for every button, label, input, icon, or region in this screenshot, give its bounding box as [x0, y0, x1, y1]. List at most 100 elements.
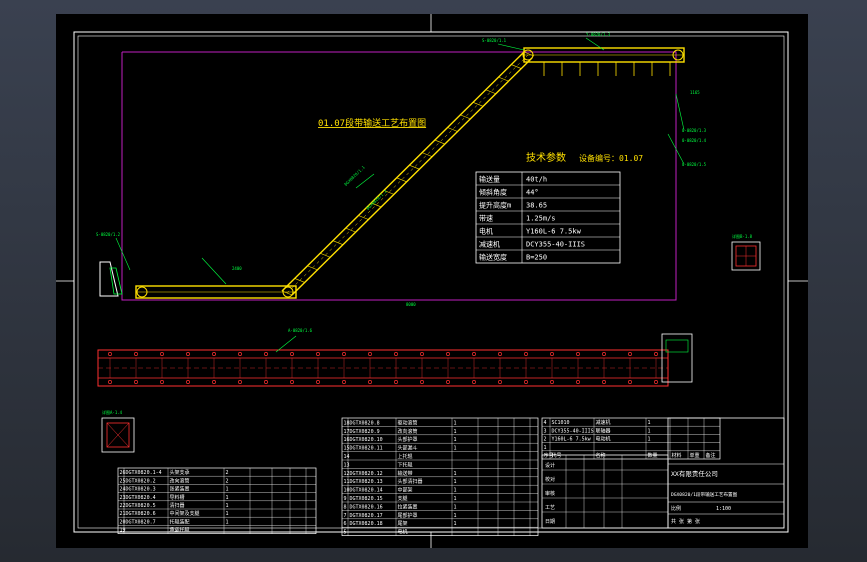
- tech-param-label: 带速: [479, 215, 493, 223]
- bom-cell: 备注: [706, 452, 716, 459]
- tech-params-table[interactable]: 输送量 40t/h 倾斜角度 44° 提升高度m 38.65 带速 1.25m/s 电机 Y160…: [475, 171, 621, 264]
- bom-cell: DGTX0820.14: [350, 488, 383, 494]
- bom-cell: 上托辊: [398, 453, 413, 460]
- bom-cell: 头架支承: [170, 469, 190, 476]
- section-station: [420, 380, 424, 384]
- bottom-horizontal-conveyor[interactable]: [135, 285, 297, 299]
- section-station: [368, 352, 372, 356]
- bom-cell: 1: [648, 420, 651, 426]
- bom-cell: 电机: [398, 529, 408, 536]
- drawing-canvas[interactable]: 输送量 40t/h 倾斜角度 44° 提升高度m 38.65 带速 1.25m/s 电机 Y160…: [56, 14, 808, 548]
- bom-cell: 中部架: [398, 487, 413, 494]
- bom-table-middle[interactable]: 18 DGTX0820.8 驱动滚筒 117 DGTX0820.9 改向滚筒 116 DGTX…: [341, 417, 539, 536]
- bom-table-right[interactable]: 4 SC1010 减速机 1 3 DCY355-40-IIIS 联轴器 1 2 Y160L-6 7…: [541, 417, 721, 460]
- incline-truss: [447, 127, 458, 132]
- checked-label: 校对: [545, 476, 555, 483]
- incline-truss: [358, 215, 369, 220]
- bom-cell: 材料: [672, 452, 682, 459]
- incline-truss: [511, 64, 522, 69]
- annot-left-head: S-0820/1.1: [482, 38, 507, 43]
- bom-cell: 尾部护罩: [398, 512, 418, 519]
- annot-right-upper-1: 0-0820/1.3: [682, 128, 707, 133]
- bom-cell: DGTX0820.5: [126, 503, 156, 509]
- incline-truss: [320, 252, 331, 258]
- bom-cell: 1: [544, 445, 547, 451]
- section-station: [368, 380, 372, 384]
- tech-param-label: 电机: [479, 227, 493, 236]
- bom-cell: DGTX0820.8: [350, 420, 380, 426]
- bom-cell: 1: [226, 495, 229, 501]
- bom-cell: SC1010: [552, 420, 570, 426]
- cad-viewport[interactable]: 输送量 40t/h 倾斜角度 44° 提升高度m 38.65 带速 1.25m/s 电机 Y160…: [0, 0, 867, 562]
- bom-cell: 3: [544, 428, 547, 434]
- tech-param-value: DCY355-40-IIIS: [526, 241, 585, 249]
- annot-detail-left: 详图A-1.4: [102, 409, 123, 415]
- bom-cell: DGTX0820.13: [350, 479, 383, 485]
- section-station: [576, 352, 580, 356]
- bom-cell: 承载托辊: [170, 527, 190, 534]
- bom-cell: Y160L-6 7.5kw: [552, 437, 592, 443]
- annot-lower-section: A-0820/1.6: [288, 328, 313, 333]
- section-station: [550, 380, 554, 384]
- top-horizontal-conveyor[interactable]: [522, 47, 685, 63]
- detail-box-right[interactable]: [731, 241, 761, 271]
- bom-cell: DGTX0820.2: [126, 478, 156, 484]
- equipment-no-label: 设备编号：01.07: [579, 153, 643, 163]
- feed-hopper[interactable]: [99, 261, 123, 297]
- bom-cell: 托辊装配: [170, 518, 190, 525]
- drawing-sheet[interactable]: 输送量 40t/h 倾斜角度 44° 提升高度m 38.65 带速 1.25m/s 电机 Y160…: [56, 14, 808, 548]
- bom-cell: 1: [454, 496, 457, 502]
- section-station: [628, 352, 632, 356]
- incline-truss: [396, 177, 407, 183]
- bom-cell: 1: [454, 479, 457, 485]
- bom-table-left[interactable]: 26 DGTX0820.1-4 头架支承 225 DGTX0820.2 改向滚筒 224 DG…: [117, 467, 317, 534]
- detail-box-left[interactable]: [101, 417, 135, 453]
- bom-cell: DGTX0820.6: [126, 511, 156, 517]
- bom-cell: DGTX0820.11: [350, 446, 383, 452]
- bom-cell: 联轴器: [596, 427, 611, 434]
- bom-cell: DGTX0820.7: [126, 519, 156, 525]
- drawing-title: 01.07段带输送工艺布置图: [318, 117, 426, 129]
- bom-cell: 电动机: [596, 436, 611, 443]
- bom-cell: 4: [544, 420, 547, 426]
- bom-cell: 头部漏斗: [398, 445, 418, 452]
- bom-cell: DGTX0820.1-4: [126, 470, 162, 476]
- tech-param-label: 提升高度m: [479, 201, 511, 210]
- tech-param-value: 1.25m/s: [526, 215, 556, 223]
- process-label: 工艺: [545, 505, 555, 511]
- section-station: [524, 380, 528, 384]
- annotation-leaders: [115, 37, 685, 353]
- section-station: [654, 352, 658, 356]
- lower-section-view[interactable]: [97, 349, 669, 387]
- bom-cell: 1: [226, 487, 229, 493]
- tech-param-label: 倾斜角度: [479, 188, 507, 197]
- bom-cell: DGTX0820.9: [350, 429, 380, 435]
- incline-truss: [345, 227, 356, 233]
- section-station: [290, 352, 294, 356]
- incline-truss: [472, 102, 484, 107]
- section-station: [108, 352, 112, 356]
- section-station: [550, 352, 554, 356]
- bom-cell: 1: [226, 503, 229, 509]
- bom-cell: 1: [454, 446, 457, 452]
- section-station: [472, 352, 476, 356]
- annot-dim-3: 8000: [406, 302, 416, 307]
- bom-cell: 改向滚筒: [170, 477, 190, 484]
- section-station: [446, 352, 450, 356]
- bom-cell: 7: [344, 513, 347, 519]
- section-station: [524, 352, 528, 356]
- section-station: [108, 380, 112, 384]
- section-station: [498, 352, 502, 356]
- approved-label: 审核: [545, 490, 555, 497]
- bom-cell: 1: [454, 504, 457, 510]
- bom-cell: DGTX0820.18: [350, 521, 383, 527]
- bom-cell: 头部清扫器: [398, 478, 423, 485]
- bom-cell: DGTX0820.12: [350, 471, 383, 477]
- bom-cell: 6: [344, 521, 347, 527]
- signature-block: [541, 454, 669, 529]
- section-station: [602, 380, 606, 384]
- bom-cell: 单重: [690, 452, 700, 459]
- section-station: [576, 380, 580, 384]
- bom-cell: 支腿: [398, 495, 408, 502]
- section-station: [134, 352, 138, 356]
